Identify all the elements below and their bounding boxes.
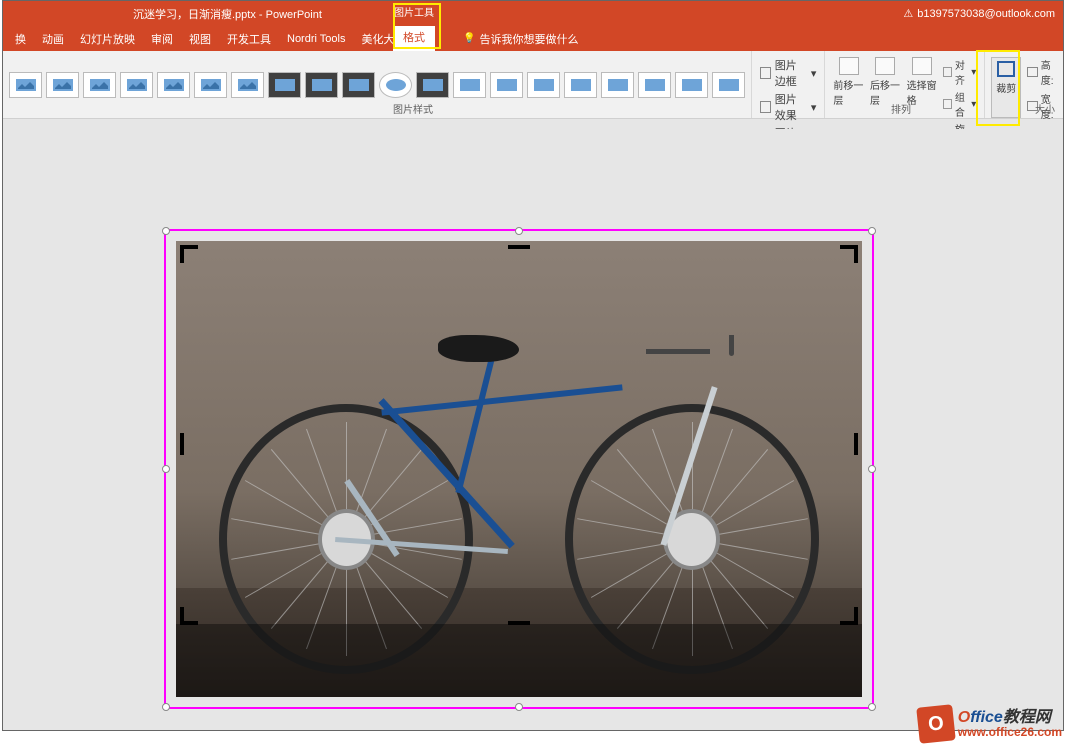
group-button[interactable]: 组合 ▾ (943, 89, 976, 119)
style-thumb[interactable] (638, 72, 671, 98)
style-thumb[interactable] (305, 72, 338, 98)
tab-animation[interactable]: 动画 (42, 31, 64, 47)
border-icon (760, 67, 771, 79)
ribbon-tabs: 换 动画 幻灯片放映 审阅 视图 开发工具 Nordri Tools 美化大师 … (3, 26, 1063, 51)
crop-excluded-region (176, 624, 862, 697)
crop-handle-tr[interactable] (840, 245, 858, 263)
style-thumb[interactable] (527, 72, 560, 98)
style-thumb[interactable] (675, 72, 708, 98)
context-title: 图片工具 (394, 1, 434, 26)
tab-format[interactable]: 格式 (393, 26, 435, 51)
style-thumb[interactable] (453, 72, 486, 98)
style-thumb[interactable] (9, 72, 42, 98)
style-thumb[interactable] (712, 72, 745, 98)
bring-forward-button[interactable]: 前移一层 (833, 57, 864, 118)
group-icon (943, 99, 952, 109)
crop-handle-right[interactable] (854, 433, 858, 455)
tell-me-search[interactable]: 告诉我你想要做什么 (463, 31, 578, 47)
crop-handle-tl[interactable] (180, 245, 198, 263)
group-label-size: 大小 (1035, 101, 1055, 116)
crop-icon (996, 60, 1016, 78)
resize-handle[interactable] (868, 465, 876, 473)
document-title: 沉迷学习，日渐消瘦.pptx - PowerPoint (133, 6, 322, 22)
selected-picture[interactable] (164, 229, 874, 709)
slide-canvas[interactable] (11, 129, 1055, 722)
style-thumb[interactable] (231, 72, 264, 98)
style-thumb[interactable] (120, 72, 153, 98)
send-backward-icon (875, 57, 895, 75)
style-thumb[interactable] (564, 72, 597, 98)
style-thumb[interactable] (416, 72, 449, 98)
watermark-logo: O (916, 704, 956, 744)
resize-handle[interactable] (515, 703, 523, 711)
tab-transition[interactable]: 换 (15, 31, 26, 47)
picture-content (176, 241, 862, 697)
height-field[interactable]: 高度: (1027, 57, 1057, 87)
tab-slideshow[interactable]: 幻灯片放映 (80, 31, 135, 47)
tab-nordri[interactable]: Nordri Tools (287, 33, 346, 45)
contextual-tab-group: 图片工具 格式 (393, 1, 435, 51)
tab-review[interactable]: 审阅 (151, 31, 173, 47)
crop-handle-top[interactable] (508, 245, 530, 249)
crop-handle-bottom[interactable] (508, 621, 530, 625)
watermark-title: Office教程网 (958, 709, 1062, 727)
tab-developer[interactable]: 开发工具 (227, 31, 271, 47)
resize-handle[interactable] (515, 227, 523, 235)
effects-icon (760, 101, 771, 113)
user-account[interactable]: b1397573038@outlook.com (903, 7, 1055, 20)
bring-forward-icon (839, 57, 859, 75)
crop-handle-br[interactable] (840, 607, 858, 625)
style-thumb[interactable] (490, 72, 523, 98)
resize-handle[interactable] (162, 465, 170, 473)
style-thumb[interactable] (342, 72, 375, 98)
resize-handle[interactable] (162, 703, 170, 711)
align-button[interactable]: 对齐 ▾ (943, 57, 976, 87)
group-label-arrange: 排列 (891, 101, 911, 116)
picture-styles-gallery[interactable] (3, 51, 751, 118)
picture-border-button[interactable]: 图片边框 ▾ (760, 57, 816, 89)
height-icon (1027, 67, 1038, 77)
picture-options: 图片边框 ▾ 图片效果 ▾ 图片版式 ▾ (751, 51, 824, 118)
watermark: O Office教程网 www.office26.com (918, 706, 1062, 742)
group-label-styles: 图片样式 (393, 101, 433, 116)
style-thumb[interactable] (83, 72, 116, 98)
watermark-url: www.office26.com (958, 726, 1062, 739)
resize-handle[interactable] (868, 227, 876, 235)
picture-effects-button[interactable]: 图片效果 ▾ (760, 91, 816, 123)
resize-handle[interactable] (162, 227, 170, 235)
crop-handle-bl[interactable] (180, 607, 198, 625)
style-thumb[interactable] (379, 72, 412, 98)
style-thumb[interactable] (157, 72, 190, 98)
crop-button[interactable]: 裁剪 (991, 57, 1021, 118)
style-thumb[interactable] (194, 72, 227, 98)
selection-pane-icon (912, 57, 932, 75)
align-icon (943, 67, 952, 77)
style-thumb[interactable] (268, 72, 301, 98)
selection-pane-button[interactable]: 选择窗格 (907, 57, 938, 118)
title-bar: 沉迷学习，日渐消瘦.pptx - PowerPoint b1397573038@… (3, 1, 1063, 26)
resize-handle[interactable] (868, 703, 876, 711)
style-thumb[interactable] (46, 72, 79, 98)
tab-view[interactable]: 视图 (189, 31, 211, 47)
ribbon: 图片边框 ▾ 图片效果 ▾ 图片版式 ▾ 前移一层 后移一层 选择窗格 对齐 ▾… (3, 51, 1063, 119)
crop-handle-left[interactable] (180, 433, 184, 455)
style-thumb[interactable] (601, 72, 634, 98)
